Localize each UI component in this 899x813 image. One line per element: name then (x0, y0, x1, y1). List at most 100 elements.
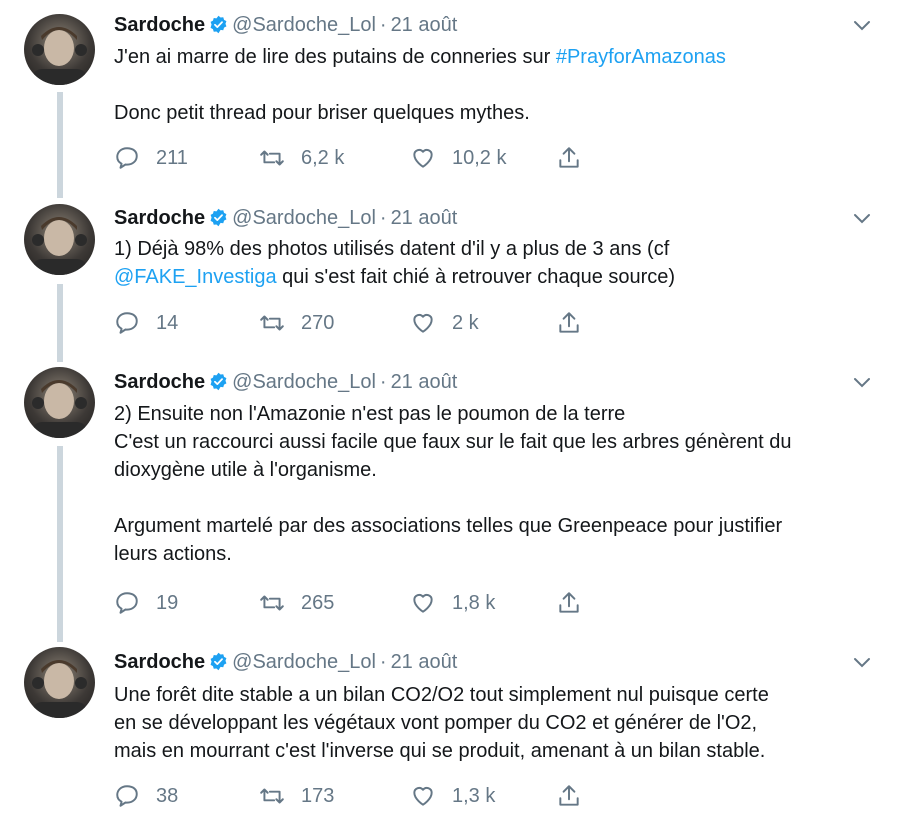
share-button[interactable] (556, 143, 598, 173)
tweet-text: J'en ai marre de lire des putains de con… (114, 43, 874, 127)
retweet-count: 173 (301, 784, 335, 807)
avatar[interactable] (24, 647, 95, 718)
reply-button[interactable]: 211 (114, 143, 188, 173)
retweet-count: 6,2 k (301, 146, 345, 169)
reply-button[interactable]: 38 (114, 781, 178, 811)
tweet[interactable]: Sardoche @Sardoche_Lol · 21 août J'en ai ma… (0, 0, 899, 198)
heart-icon (413, 786, 433, 806)
tweet-header: Sardoche @Sardoche_Lol · 21 août (114, 370, 457, 394)
chevron-down-icon[interactable] (851, 14, 873, 36)
share-button[interactable] (556, 308, 598, 338)
chevron-down-icon[interactable] (851, 651, 873, 673)
like-button[interactable]: 1,8 k (410, 588, 495, 618)
tweet-text-line: leurs actions. (114, 543, 232, 565)
share-button[interactable] (556, 781, 598, 811)
reply-count: 211 (156, 146, 188, 169)
retweet-arrows-icon (260, 315, 284, 331)
separator-dot: · (379, 651, 387, 673)
retweet-arrows-icon (260, 150, 284, 166)
tweet-text-line: en se développant les végétaux vont pomp… (114, 712, 758, 734)
tweet-text-line: C'est un raccourci aussi facile que faux… (114, 431, 792, 453)
tweet-actions: 19 265 1,8 k (114, 588, 594, 618)
speech-bubble-icon (116, 592, 138, 614)
tweet-header: Sardoche @Sardoche_Lol · 21 août (114, 650, 457, 674)
tweet-text-line: qui s'est fait chié à retrouver chaque s… (276, 266, 676, 288)
reply-count: 14 (156, 311, 179, 334)
verified-badge-icon (210, 652, 227, 671)
author-name[interactable]: Sardoche (114, 14, 205, 36)
tweet-header: Sardoche @Sardoche_Lol · 21 août (114, 206, 457, 230)
reply-count: 38 (156, 784, 179, 807)
tweet-date[interactable]: 21 août (391, 651, 458, 673)
verified-badge-icon (210, 208, 227, 227)
retweet-arrows-icon (260, 595, 284, 611)
speech-bubble-icon (116, 785, 138, 807)
tweet-date[interactable]: 21 août (391, 371, 458, 393)
author-handle[interactable]: @Sardoche_Lol (232, 207, 376, 229)
tweet-text-line: Argument martelé par des associations te… (114, 515, 783, 537)
author-handle[interactable]: @Sardoche_Lol (232, 651, 376, 673)
retweet-button[interactable]: 270 (259, 308, 334, 338)
reply-button[interactable]: 14 (114, 308, 178, 338)
share-button[interactable] (556, 588, 598, 618)
avatar[interactable] (24, 367, 95, 438)
author-name[interactable]: Sardoche (114, 651, 205, 673)
tweet-text: 1) Déjà 98% des photos utilisés datent d… (114, 235, 874, 291)
tweet[interactable]: Sardoche @Sardoche_Lol · 21 août Une forêt … (0, 642, 899, 813)
like-button[interactable]: 1,3 k (410, 781, 495, 811)
tweet-text-line: J'en ai marre de lire des putains de con… (114, 46, 556, 68)
like-button[interactable]: 2 k (410, 308, 479, 338)
tweet-actions: 38 173 1,3 k (114, 781, 594, 811)
heart-icon (413, 313, 433, 333)
author-handle[interactable]: @Sardoche_Lol (232, 14, 376, 36)
author-name[interactable]: Sardoche (114, 207, 205, 229)
tweet[interactable]: Sardoche @Sardoche_Lol · 21 août 1) Déjà 98… (0, 198, 899, 362)
like-button[interactable]: 10,2 k (410, 143, 506, 173)
tweet-text: 2) Ensuite non l'Amazonie n'est pas le p… (114, 400, 874, 568)
retweet-arrows-icon (260, 788, 284, 804)
tweet-text: Une forêt dite stable a un bilan CO2/O2 … (114, 681, 874, 765)
retweet-button[interactable]: 6,2 k (259, 143, 344, 173)
author-handle[interactable]: @Sardoche_Lol (232, 371, 376, 393)
like-count: 10,2 k (452, 146, 507, 169)
hashtag-link[interactable]: #PrayforAmazonas (556, 46, 726, 68)
speech-bubble-icon (116, 312, 138, 334)
tweet-text-line: 2) Ensuite non l'Amazonie n'est pas le p… (114, 403, 626, 425)
mention-link[interactable]: @FAKE_Investiga (114, 266, 277, 288)
tweet-text-line: Donc petit thread pour briser quelques m… (114, 102, 530, 124)
heart-icon (413, 593, 433, 613)
verified-badge-icon (210, 15, 227, 34)
share-upload-icon (559, 312, 579, 333)
retweet-button[interactable]: 265 (259, 588, 334, 618)
speech-bubble-icon (116, 147, 138, 169)
reply-button[interactable]: 19 (114, 588, 178, 618)
author-name[interactable]: Sardoche (114, 371, 205, 393)
tweet-text-line: mais en mourrant c'est l'inverse qui se … (114, 740, 766, 762)
chevron-down-icon[interactable] (851, 371, 873, 393)
tweet-text-line: 1) Déjà 98% des photos utilisés datent d… (114, 238, 670, 260)
retweet-button[interactable]: 173 (259, 781, 334, 811)
share-upload-icon (559, 592, 579, 613)
like-count: 1,8 k (452, 591, 496, 614)
tweet-date[interactable]: 21 août (391, 207, 458, 229)
tweet-actions: 14 270 2 k (114, 308, 594, 338)
share-upload-icon (559, 785, 579, 806)
retweet-count: 265 (301, 591, 335, 614)
heart-icon (413, 148, 433, 168)
avatar[interactable] (24, 204, 95, 275)
chevron-down-icon[interactable] (851, 207, 873, 229)
tweet-actions: 211 6,2 k 10,2 k (114, 143, 594, 173)
separator-dot: · (379, 371, 387, 393)
reply-count: 19 (156, 591, 179, 614)
like-count: 2 k (452, 311, 479, 334)
separator-dot: · (379, 207, 387, 229)
like-count: 1,3 k (452, 784, 496, 807)
tweet-text-line: Une forêt dite stable a un bilan CO2/O2 … (114, 684, 769, 706)
verified-badge-icon (210, 372, 227, 391)
separator-dot: · (379, 14, 387, 36)
share-upload-icon (559, 147, 579, 168)
tweet-date[interactable]: 21 août (391, 14, 458, 36)
avatar[interactable] (24, 14, 95, 85)
tweet-text-line: dioxygène utile à l'organisme. (114, 459, 377, 481)
tweet[interactable]: Sardoche @Sardoche_Lol · 21 août 2) Ensuite… (0, 362, 899, 642)
